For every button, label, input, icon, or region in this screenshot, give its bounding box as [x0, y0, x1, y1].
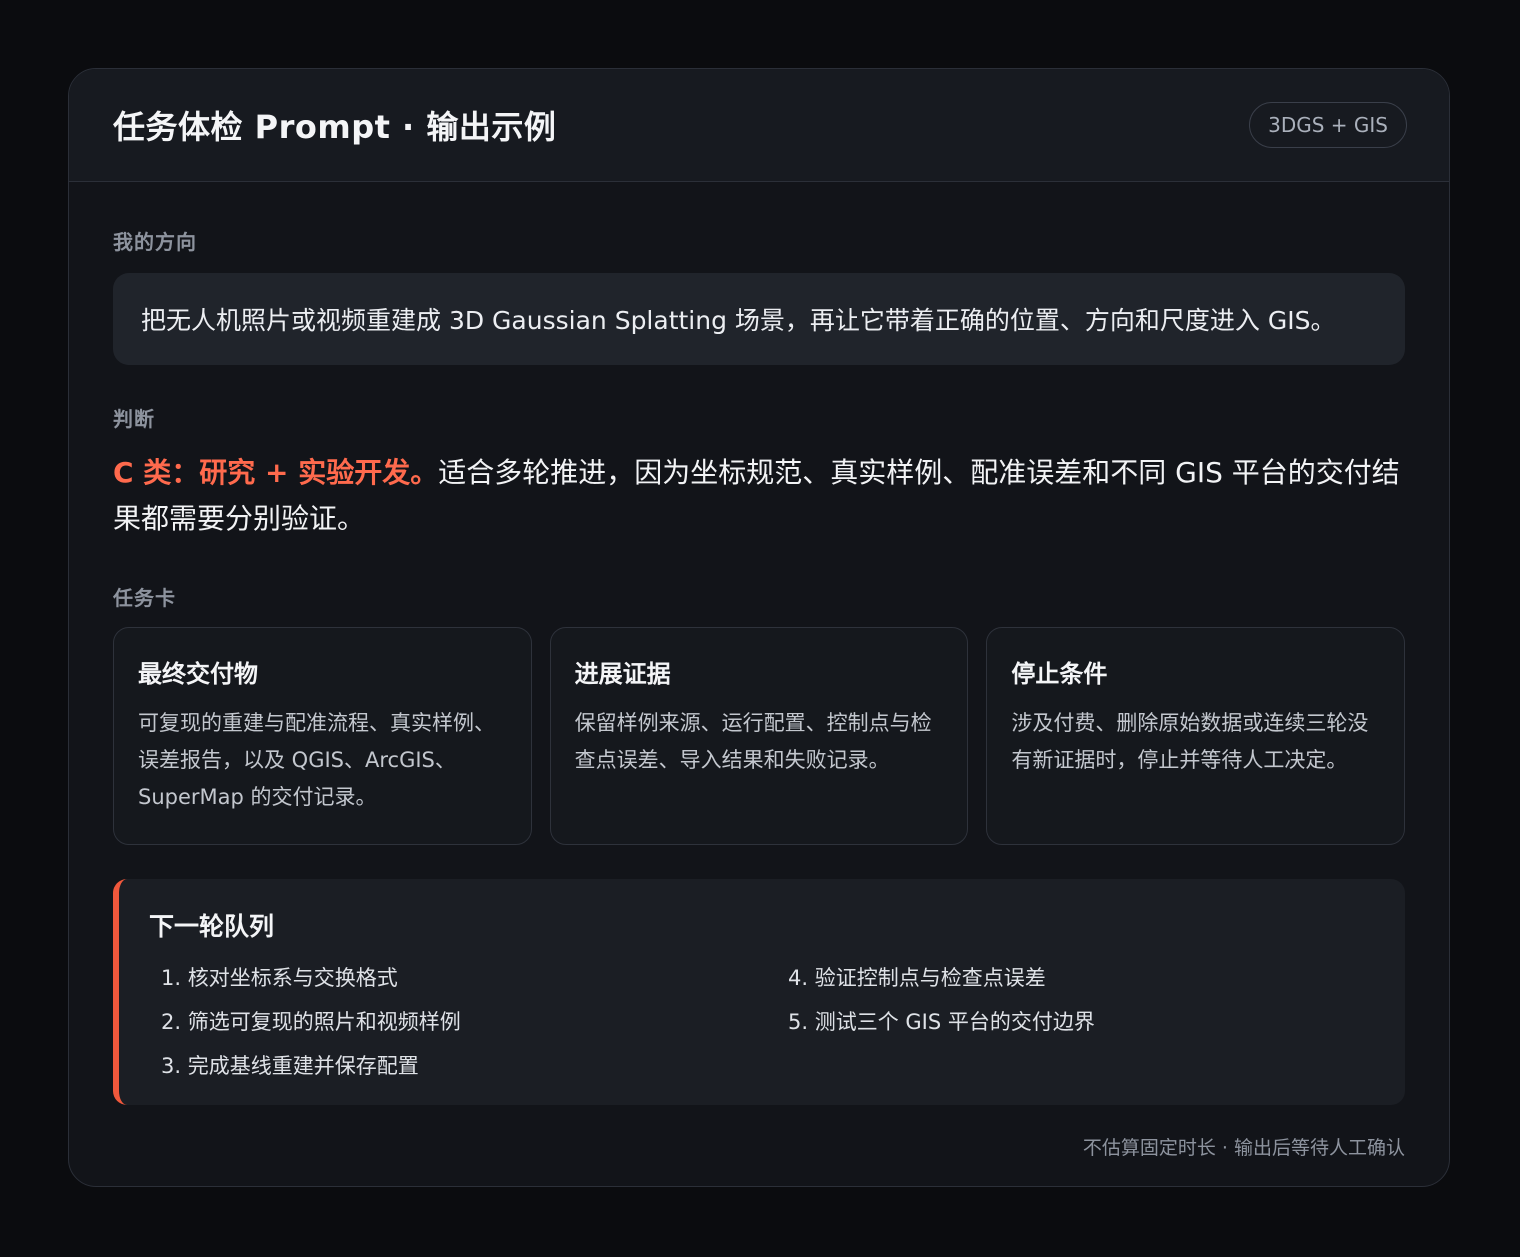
- task-card-stop-condition: 停止条件 涉及付费、删除原始数据或连续三轮没有新证据时，停止并等待人工决定。: [986, 627, 1406, 845]
- page-title: 任务体检 Prompt · 输出示例: [113, 108, 557, 146]
- list-item: 3. 完成基线重建并保存配置: [161, 1054, 419, 1078]
- judgment-highlight: C 类：研究 + 实验开发。: [113, 456, 439, 489]
- queue-title: 下一轮队列: [149, 912, 275, 941]
- queue-list: 1. 核对坐标系与交换格式 2. 筛选可复现的照片和视频样例 3. 完成基线重建…: [149, 963, 1369, 1095]
- prompt-example-card: 任务体检 Prompt · 输出示例 3DGS + GIS 我的方向 把无人机照…: [68, 68, 1450, 1187]
- task-cards: 最终交付物 可复现的重建与配准流程、真实样例、误差报告，以及 QGIS、ArcG…: [113, 627, 1406, 845]
- topic-badge: 3DGS + GIS: [1249, 102, 1407, 148]
- task-card-text: 保留样例来源、运行配置、控制点与检查点误差、导入结果和失败记录。: [574, 711, 932, 772]
- task-card-text: 可复现的重建与配准流程、真实样例、误差报告，以及 QGIS、ArcGIS、Sup…: [138, 711, 495, 809]
- list-item: 2. 筛选可复现的照片和视频样例: [161, 1010, 461, 1034]
- task-card-text: 涉及付费、删除原始数据或连续三轮没有新证据时，停止并等待人工决定。: [1011, 711, 1369, 772]
- footer-note: 不估算固定时长 · 输出后等待人工确认: [1082, 1137, 1405, 1159]
- judgment-label: 判断: [113, 407, 155, 431]
- card-body: 我的方向 把无人机照片或视频重建成 3D Gaussian Splatting …: [69, 226, 1449, 1160]
- judgment-text: C 类：研究 + 实验开发。适合多轮推进，因为坐标规范、真实样例、配准误差和不同…: [113, 450, 1405, 542]
- card-header: 任务体检 Prompt · 输出示例 3DGS + GIS: [69, 69, 1449, 182]
- task-cards-label: 任务卡: [113, 586, 176, 610]
- direction-label: 我的方向: [113, 230, 197, 254]
- direction-text: 把无人机照片或视频重建成 3D Gaussian Splatting 场景，再让…: [141, 306, 1336, 335]
- task-card-title: 进展证据: [574, 660, 671, 688]
- direction-box: 把无人机照片或视频重建成 3D Gaussian Splatting 场景，再让…: [113, 273, 1405, 365]
- list-item: 1. 核对坐标系与交换格式: [161, 966, 398, 990]
- list-item: 5. 测试三个 GIS 平台的交付边界: [788, 1010, 1095, 1034]
- task-card-title: 最终交付物: [138, 660, 258, 688]
- next-round-queue: 下一轮队列 1. 核对坐标系与交换格式 2. 筛选可复现的照片和视频样例 3. …: [113, 879, 1405, 1105]
- task-card-deliverable: 最终交付物 可复现的重建与配准流程、真实样例、误差报告，以及 QGIS、ArcG…: [113, 627, 532, 845]
- task-card-title: 停止条件: [1011, 660, 1108, 688]
- task-card-evidence: 进展证据 保留样例来源、运行配置、控制点与检查点误差、导入结果和失败记录。: [549, 627, 969, 845]
- list-item: 4. 验证控制点与检查点误差: [788, 966, 1046, 990]
